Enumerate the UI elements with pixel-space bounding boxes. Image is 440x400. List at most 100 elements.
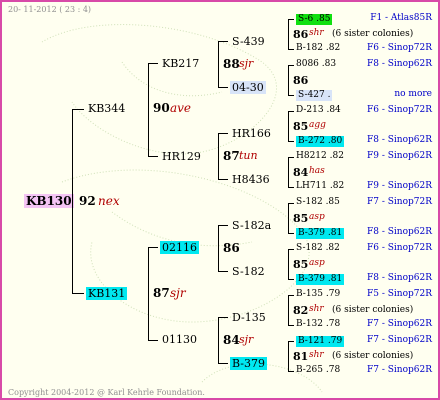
gen4-connector [288,141,294,142]
gen3-b2-id[interactable]: H8436 [232,174,270,185]
gen4-score: 86 [293,28,309,41]
gen2-b-connector-1 [218,133,228,134]
gen4-second-line[interactable]: B-265 .78 [296,366,340,375]
gen4-second-line[interactable]: B-379 .81 [296,274,345,285]
gen4-right-top[interactable]: F6 - Sinop72R [367,106,432,115]
footer-copyright: Copyright 2004-2012 @ Karl Kehrle Founda… [8,388,205,397]
gen4-right-bottom[interactable]: F7 - Sinop62R [367,366,432,375]
gen4-second-line[interactable]: B-182 .82 [296,44,340,53]
gen1-upper-bracket [148,63,149,156]
root-score: 92 [79,194,96,208]
gen4-connector [288,49,294,50]
gen4-right-bottom[interactable]: F8 - Sinop62R [367,274,432,283]
root-id[interactable]: KB130 [24,194,74,208]
gen4-bracket [288,65,289,95]
gen4-parent-line[interactable]: 8086 .83 [296,60,336,69]
gen4-right-top[interactable]: F9 - Sinop62R [367,152,432,161]
gen4-second-line[interactable]: B-272 .80 [296,136,345,147]
gen1-upper-score: 90 [153,101,170,115]
gen3-a1-id[interactable]: S-439 [232,36,265,47]
gen2-a-bracket [218,41,219,87]
gen4-right-top[interactable]: F8 - Sinop62R [367,60,432,69]
gen4-score: 84 [293,166,309,179]
gen2-d-bracket [218,317,219,363]
gen1-lower-id[interactable]: KB131 [86,287,128,300]
gen4-right-bottom[interactable]: F8 - Sinop62R [367,228,432,237]
gen4-breed: shr [309,350,324,360]
gen4-score: 86 [293,74,309,87]
header-date: 20- 11-2012 ( 23 : 4) [8,5,92,14]
gen3-d2-id[interactable]: B-379 [230,357,267,370]
gen4-right-bottom[interactable]: F8 - Sinop62R [367,136,432,145]
gen4-parent-line[interactable]: H8212 .82 [296,152,344,161]
gen2-c-id[interactable]: 02116 [160,241,199,254]
gen1-lower-connector-b [148,340,158,341]
gen3-b1-id[interactable]: HR166 [232,128,271,139]
gen4-connector [288,157,294,158]
gen4-score: 85 [293,120,309,133]
gen2-a-connector-1 [218,41,228,42]
gen3-a2-id[interactable]: 04-30 [230,81,266,94]
gen4-breed: asp [309,258,325,268]
gen1-upper-id[interactable]: KB344 [88,103,125,114]
gen4-right-bottom[interactable]: F7 - Sinop62R [367,320,432,329]
gen4-connector [288,279,294,280]
gen4-note: (6 sister colonies) [332,351,414,361]
gen3-d1-id[interactable]: D-135 [232,312,266,323]
root-bracket [72,109,73,293]
gen2-d-connector-2 [218,363,228,364]
gen4-parent-line[interactable]: S-182 .82 [296,244,340,253]
gen4-score: 85 [293,212,309,225]
gen1-upper-breed: ave [170,101,192,115]
gen2-d-breed: sjr [239,333,254,346]
gen2-d-score: 84 [223,333,240,347]
root-connector-lower [72,293,84,294]
gen4-bracket [288,249,289,279]
gen4-note: (6 sister colonies) [332,29,414,39]
gen2-b-bracket [218,133,219,179]
gen4-parent-line[interactable]: D-213 .84 [296,106,341,115]
gen4-second-line[interactable]: LH711 .82 [296,182,344,191]
pedigree-frame: 20- 11-2012 ( 23 : 4) Copyright 2004-201… [0,0,440,400]
gen4-parent-line[interactable]: S-182 .85 [296,198,340,207]
gen4-right-top[interactable]: F7 - Sinop62R [367,336,432,345]
gen2-c-score: 86 [223,241,240,255]
gen2-c-connector-1 [218,225,228,226]
gen4-bracket [288,203,289,233]
gen1-lower-breed: sjr [170,286,186,300]
gen4-connector [288,233,294,234]
gen4-score: 81 [293,350,309,363]
root-breed: nex [98,194,120,208]
gen4-second-line[interactable]: B-379 .81 [296,228,345,239]
gen4-right-top[interactable]: F6 - Sinop72R [367,244,432,253]
gen4-right-bottom[interactable]: F6 - Sinop72R [367,44,432,53]
gen1-lower-score: 87 [153,286,170,300]
gen2-b-id[interactable]: HR129 [162,151,201,162]
gen4-right-top[interactable]: F1 - Atlas85R [370,14,432,23]
gen2-c-connector-2 [218,271,228,272]
gen2-a-breed: sjr [239,57,254,70]
gen4-connector [288,95,294,96]
gen4-right-bottom[interactable]: F9 - Sinop62R [367,182,432,191]
gen3-c2-id[interactable]: S-182 [232,266,265,277]
gen4-second-line[interactable]: B-132 .78 [296,320,340,329]
gen4-second-line[interactable]: S-427 . [296,90,333,101]
gen4-right-top[interactable]: F5 - Sinop72R [367,290,432,299]
gen4-connector [288,19,294,20]
gen4-score: 82 [293,304,309,317]
gen4-connector [288,371,294,372]
gen4-parent-line[interactable]: S-6 .85 [296,14,333,25]
gen4-parent-line[interactable]: B-121 .79 [296,336,345,347]
gen2-a-id[interactable]: KB217 [162,58,199,69]
gen4-breed: shr [309,28,324,38]
gen4-connector [288,111,294,112]
gen4-right-bottom[interactable]: no more [394,90,432,99]
gen4-parent-line[interactable]: B-135 .79 [296,290,340,299]
gen4-right-top[interactable]: F7 - Sinop72R [367,198,432,207]
gen4-breed: agg [309,120,326,130]
gen2-d-id[interactable]: 01130 [162,334,197,345]
gen1-upper-connector-b [148,156,158,157]
gen4-bracket [288,19,289,49]
gen2-c-bracket [218,225,219,271]
gen3-c1-id[interactable]: S-182a [232,220,271,231]
